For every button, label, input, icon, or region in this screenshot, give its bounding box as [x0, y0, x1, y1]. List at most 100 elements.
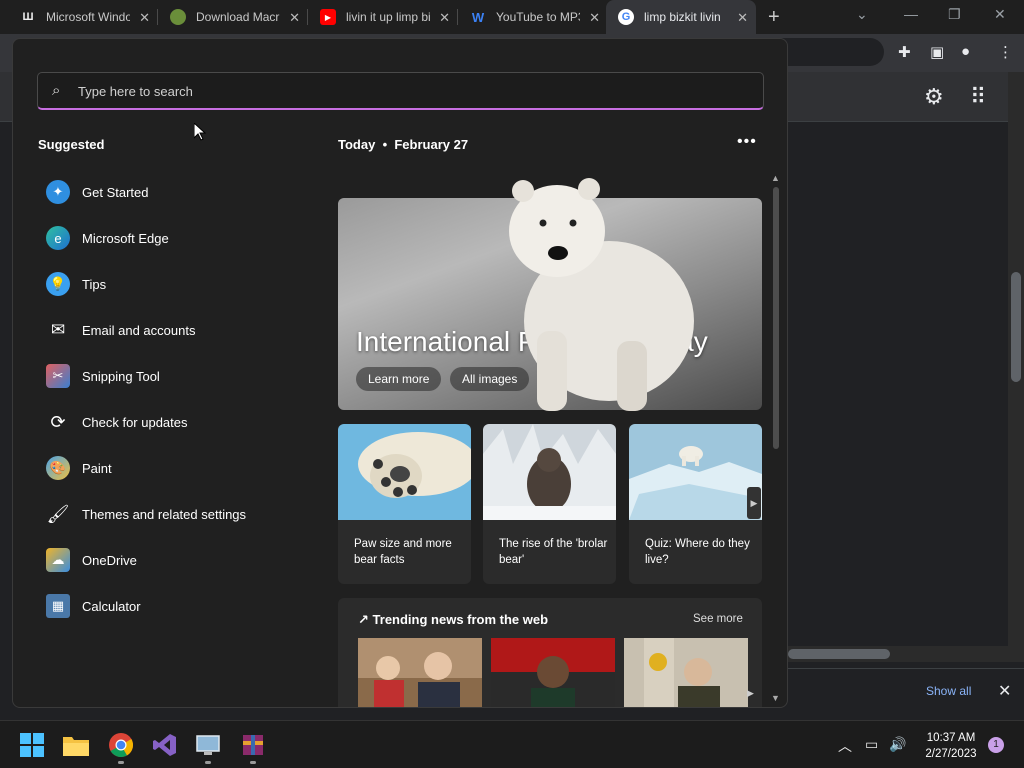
start-menu: ⌕ Suggested ✦ Get Started e Microsoft Ed… [12, 38, 788, 708]
chevron-up-icon[interactable]: ︿ [838, 736, 852, 756]
windows-logo-icon [20, 733, 44, 757]
scrollbar-thumb[interactable] [788, 649, 890, 659]
suggested-item-get-started[interactable]: ✦ Get Started [46, 169, 316, 215]
browser-tab-strip: Ш Microsoft Windows ✕ Download Macrium ✕… [0, 0, 1024, 34]
suggested-item-label: Email and accounts [82, 322, 196, 338]
browser-tab-youtube-to-mp3[interactable]: W YouTube to MP3 ✕ [458, 0, 608, 34]
start-search-box[interactable]: ⌕ [37, 72, 764, 110]
close-window-icon[interactable]: ✕ [994, 6, 1006, 23]
restore-icon[interactable]: ❐ [948, 6, 961, 23]
polar-bear-on-ice-image [629, 424, 762, 520]
minimize-icon[interactable]: — [904, 6, 918, 22]
extensions-icon[interactable]: ✚ [898, 43, 911, 61]
taskbar-clock[interactable]: 10:37 AM 2/27/2023 [916, 730, 986, 762]
gear-icon[interactable]: ⚙ [924, 84, 944, 110]
suggested-item-label: Snipping Tool [82, 368, 160, 384]
card-brolar-bear[interactable]: The rise of the 'brolar bear' [483, 424, 616, 584]
sync-icon: ⟳ [50, 411, 66, 432]
snipping-tool-icon: ✂ [46, 364, 70, 388]
search-input[interactable] [78, 81, 738, 101]
close-tab-icon[interactable]: ✕ [439, 10, 450, 26]
start-menu-scrollbar[interactable]: ▲ ▼ [771, 173, 781, 703]
suggested-item-label: OneDrive [82, 552, 137, 568]
download-bar: Show all ✕ [788, 668, 1024, 716]
chevron-right-icon[interactable]: ▶ [747, 688, 754, 699]
show-all-link[interactable]: Show all [926, 684, 971, 698]
chevron-down-icon[interactable]: ⌄ [856, 6, 868, 23]
search-icon: ⌕ [52, 82, 61, 99]
suggested-item-onedrive[interactable]: ☁ OneDrive [46, 537, 316, 583]
suggested-item-calculator[interactable]: ▦ Calculator [46, 583, 316, 629]
suggested-item-label: Paint [82, 460, 112, 476]
suggested-item-snipping-tool[interactable]: ✂ Snipping Tool [46, 353, 316, 399]
widgets-date-header: Today • February 27 [338, 137, 468, 152]
apps-grid-icon[interactable]: ⠿ [970, 84, 986, 110]
see-more-link[interactable]: See more [693, 613, 743, 625]
calculator-icon: ▦ [46, 594, 70, 618]
network-icon[interactable]: ▭ [865, 736, 878, 753]
address-bar[interactable] [780, 38, 884, 66]
tips-icon: 💡 [46, 272, 70, 296]
visual-studio-logo-icon [153, 734, 176, 756]
trending-news-card: ↗ Trending news from the web See more ▶ [338, 598, 762, 708]
suggested-item-themes[interactable]: 🖌 Themes and related settings [46, 491, 316, 537]
suggested-item-label: Tips [82, 276, 107, 292]
suggested-item-check-for-updates[interactable]: ⟳ Check for updates [46, 399, 316, 445]
card-quiz-where-do-they-live[interactable]: Quiz: Where do they live? [629, 424, 762, 584]
chrome-logo-icon [109, 733, 133, 757]
notification-badge[interactable]: 1 [988, 737, 1004, 753]
news-thumbnail-image[interactable] [358, 638, 482, 708]
today-label: Today [338, 137, 376, 152]
close-tab-icon[interactable]: ✕ [289, 10, 300, 26]
side-panel-icon[interactable]: ▣ [930, 43, 944, 61]
polar-bear-image [509, 178, 694, 411]
learn-more-button[interactable]: Learn more [356, 367, 442, 391]
suggested-list: ✦ Get Started e Microsoft Edge 💡 Tips ✉ … [46, 169, 316, 629]
close-icon[interactable]: ✕ [998, 681, 1011, 701]
profile-icon[interactable]: ● [961, 43, 970, 60]
next-cards-button[interactable]: ▶ [747, 487, 761, 519]
suggested-item-label: Themes and related settings [82, 506, 247, 522]
card-paw-size[interactable]: Paw size and more bear facts [338, 424, 471, 584]
more-options-icon[interactable]: ••• [737, 133, 757, 151]
running-indicator [118, 761, 124, 764]
suggested-item-tips[interactable]: 💡 Tips [46, 261, 316, 307]
browser-tab-microsoft-windows[interactable]: Ш Microsoft Windows ✕ [8, 0, 158, 34]
scrollbar-thumb[interactable] [773, 187, 779, 449]
chrome-icon[interactable] [107, 731, 135, 759]
suggested-item-label: Get Started [82, 184, 149, 200]
windows-start-icon[interactable] [18, 731, 46, 759]
volume-icon[interactable]: 🔊 [889, 736, 906, 753]
close-tab-icon[interactable]: ✕ [139, 10, 150, 26]
tab-title: limp bizkit livin [644, 10, 721, 24]
file-explorer-icon[interactable] [62, 731, 90, 759]
browser-tab-limp-bizkit-livin[interactable]: G limp bizkit livin ✕ [606, 0, 756, 34]
close-tab-icon[interactable]: ✕ [589, 10, 600, 26]
scroll-down-icon[interactable]: ▼ [771, 693, 780, 703]
today-date: February 27 [394, 137, 469, 152]
suggested-item-email-and-accounts[interactable]: ✉ Email and accounts [46, 307, 316, 353]
browser-tab-download-macrium[interactable]: Download Macrium ✕ [158, 0, 308, 34]
remote-desktop-icon[interactable] [194, 731, 222, 759]
trending-title-text: Trending news from the web [372, 612, 549, 627]
suggested-item-paint[interactable]: 🎨 Paint [46, 445, 316, 491]
visual-studio-icon[interactable] [151, 731, 179, 759]
browser-tab-livin-it-up[interactable]: ▶ livin it up limp bizkit ✕ [308, 0, 458, 34]
scroll-up-icon[interactable]: ▲ [771, 173, 780, 183]
news-thumbnail-image[interactable] [491, 638, 615, 708]
new-tab-icon[interactable]: + [768, 6, 780, 29]
kebab-menu-icon[interactable]: ⋮ [998, 43, 1013, 61]
scrollbar-thumb[interactable] [1011, 272, 1021, 382]
suggested-item-microsoft-edge[interactable]: e Microsoft Edge [46, 215, 316, 261]
page-vertical-scrollbar[interactable] [1008, 72, 1024, 662]
youtube-icon: ▶ [320, 9, 336, 25]
winrar-icon[interactable] [239, 731, 267, 759]
taskbar: ︿ ▭ 🔊 10:37 AM 2/27/2023 1 [0, 720, 1024, 768]
monitor-icon [196, 735, 220, 755]
close-tab-icon[interactable]: ✕ [737, 10, 748, 26]
macrium-icon [170, 9, 186, 25]
page-horizontal-scrollbar[interactable] [788, 646, 1008, 662]
tab-title: livin it up limp bizkit [346, 10, 430, 24]
clock-date: 2/27/2023 [925, 748, 977, 760]
news-thumbnail-image[interactable] [624, 638, 748, 708]
